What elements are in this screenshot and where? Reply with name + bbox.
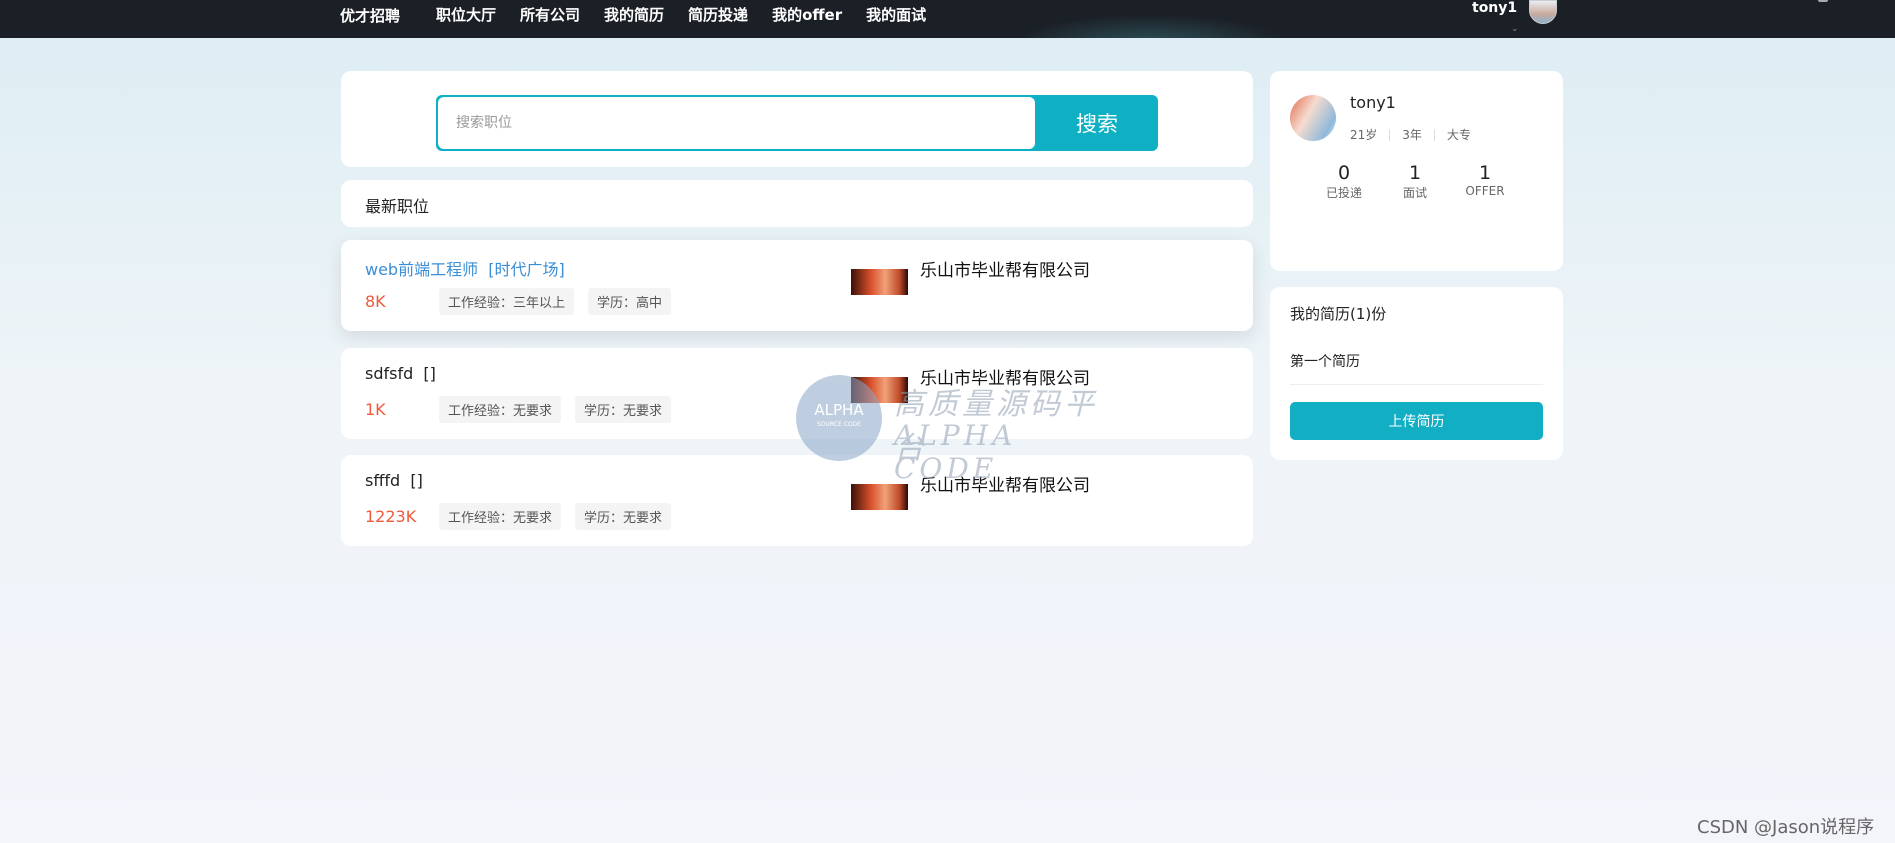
job-card[interactable]: sdfsfd [] 1K 工作经验：无要求 学历：无要求 乐山市毕业帮有限公司 — [341, 348, 1253, 439]
company-name[interactable]: 乐山市毕业帮有限公司 — [920, 256, 1090, 281]
profile-experience: 3年 — [1402, 128, 1422, 142]
job-tags: 工作经验：无要求 学历：无要求 — [439, 396, 672, 423]
profile-name: tony1 — [1350, 93, 1396, 112]
education-tag: 学历：无要求 — [575, 396, 672, 423]
csdn-credit: CSDN @Jason说程序 — [1697, 817, 1875, 838]
resume-list-item[interactable]: 第一个简历 — [1290, 351, 1360, 371]
job-title-link[interactable]: sfffd [] — [365, 471, 423, 490]
profile-meta: 21岁 3年 大专 — [1350, 126, 1471, 143]
resume-card: 我的简历(1)份 第一个简历 上传简历 — [1270, 287, 1563, 460]
divider — [1389, 128, 1391, 141]
nav-my-interview[interactable]: 我的面试 — [866, 4, 926, 25]
experience-tag: 工作经验：无要求 — [439, 503, 562, 530]
chevron-down-icon[interactable]: ⌄ — [1511, 24, 1519, 34]
stat-interview[interactable]: 1 面试 — [1375, 162, 1455, 201]
stat-offer[interactable]: 1 OFFER — [1445, 162, 1525, 198]
company-logo[interactable] — [851, 484, 908, 510]
education-tag: 学历：无要求 — [575, 503, 672, 530]
divider — [1433, 128, 1435, 141]
company-logo[interactable] — [851, 377, 908, 403]
nav-my-resume[interactable]: 我的简历 — [604, 4, 664, 25]
job-salary: 8K — [365, 292, 386, 311]
nav-resume-delivery[interactable]: 简历投递 — [688, 4, 748, 25]
job-salary: 1K — [365, 400, 386, 419]
latest-jobs-header: 最新职位 — [341, 180, 1253, 227]
brand-logo-text[interactable]: 优才招聘 — [340, 5, 400, 26]
job-salary: 1223K — [365, 507, 417, 526]
top-navbar: 优才招聘 职位大厅 所有公司 我的简历 简历投递 我的offer 我的面试 to… — [0, 0, 1895, 38]
experience-tag: 工作经验：三年以上 — [439, 288, 575, 315]
user-menu-name[interactable]: tony1 — [1472, 0, 1517, 16]
job-card[interactable]: sfffd [] 1223K 工作经验：无要求 学历：无要求 乐山市毕业帮有限公… — [341, 455, 1253, 546]
user-avatar[interactable] — [1529, 0, 1557, 24]
upload-resume-button[interactable]: 上传简历 — [1290, 402, 1543, 440]
experience-tag: 工作经验：无要求 — [439, 396, 562, 423]
job-title-link[interactable]: web前端工程师 [时代广场] — [365, 256, 565, 280]
company-logo[interactable] — [851, 269, 908, 295]
window-control-icon — [1818, 0, 1828, 2]
profile-card: tony1 21岁 3年 大专 0 已投递 1 面试 1 OFFER — [1270, 71, 1563, 271]
stat-delivered[interactable]: 0 已投递 — [1304, 162, 1384, 201]
nav-all-companies[interactable]: 所有公司 — [520, 4, 580, 25]
job-tags: 工作经验：三年以上 学历：高中 — [439, 288, 672, 315]
divider — [1290, 384, 1543, 385]
nav-job-hall[interactable]: 职位大厅 — [436, 4, 496, 25]
job-tags: 工作经验：无要求 学历：无要求 — [439, 503, 672, 530]
education-tag: 学历：高中 — [588, 288, 672, 315]
search-card: 搜索 — [341, 71, 1253, 167]
main-nav: 职位大厅 所有公司 我的简历 简历投递 我的offer 我的面试 — [436, 4, 950, 25]
company-name[interactable]: 乐山市毕业帮有限公司 — [920, 471, 1090, 496]
nav-glow-decoration — [1010, 14, 1290, 38]
profile-education: 大专 — [1446, 128, 1471, 142]
nav-my-offer[interactable]: 我的offer — [772, 4, 842, 25]
section-title: 最新职位 — [365, 197, 430, 216]
job-card[interactable]: web前端工程师 [时代广场] 8K 工作经验：三年以上 学历：高中 乐山市毕业… — [341, 240, 1253, 331]
job-title-link[interactable]: sdfsfd [] — [365, 364, 436, 383]
company-name[interactable]: 乐山市毕业帮有限公司 — [920, 364, 1090, 389]
search-bar: 搜索 — [436, 95, 1158, 151]
profile-avatar[interactable] — [1290, 95, 1336, 141]
search-button[interactable]: 搜索 — [1036, 95, 1158, 151]
search-input[interactable] — [438, 97, 1035, 149]
resume-card-title: 我的简历(1)份 — [1290, 305, 1387, 323]
profile-age: 21岁 — [1350, 128, 1378, 142]
